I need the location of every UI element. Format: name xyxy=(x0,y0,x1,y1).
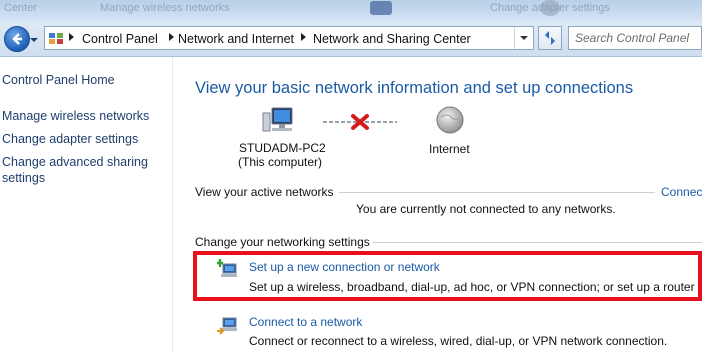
breadcrumb-separator-icon[interactable] xyxy=(301,33,306,41)
search-input[interactable] xyxy=(575,30,697,46)
back-arrow-icon xyxy=(12,33,22,45)
breadcrumb-network-and-internet[interactable]: Network and Internet xyxy=(178,32,294,46)
internet-label: Internet xyxy=(429,142,470,156)
ghost-text: Center xyxy=(4,2,38,14)
settings-heading: Change your networking settings xyxy=(195,235,370,249)
search-box[interactable] xyxy=(568,26,702,50)
divider xyxy=(339,192,655,193)
left-task-pane: Control Panel Home Manage wireless netwo… xyxy=(0,57,173,353)
breadcrumb-separator-icon[interactable] xyxy=(169,33,174,41)
control-panel-icon xyxy=(49,33,63,44)
blurred-icon xyxy=(540,0,560,16)
breadcrumb-network-sharing-center[interactable]: Network and Sharing Center xyxy=(313,32,471,46)
breadcrumb-separator-icon[interactable] xyxy=(69,33,74,41)
navigation-bar: Control Panel Network and Internet Netwo… xyxy=(0,22,702,57)
active-networks-status: You are currently not connected to any n… xyxy=(356,202,616,216)
sidebar-item-manage-wireless[interactable]: Manage wireless networks xyxy=(2,108,167,124)
sidebar-item-advanced-sharing[interactable]: Change advanced sharing settings xyxy=(2,154,167,186)
computer-name-label: STUDADM-PC2 xyxy=(239,141,326,155)
refresh-button[interactable] xyxy=(538,26,562,50)
disconnected-link-icon[interactable] xyxy=(323,114,397,130)
back-button[interactable] xyxy=(4,26,30,52)
sidebar-item-adapter-settings[interactable]: Change adapter settings xyxy=(2,131,167,147)
breadcrumb-control-panel[interactable]: Control Panel xyxy=(82,32,158,46)
background-window-strip: Center Manage wireless networks Change a… xyxy=(0,0,702,22)
blurred-icon xyxy=(370,1,392,15)
sidebar-item-control-panel-home[interactable]: Control Panel Home xyxy=(2,72,167,88)
connect-to-network-description: Connect or reconnect to a wireless, wire… xyxy=(249,334,668,348)
connect-or-disconnect-link[interactable]: Connec xyxy=(661,185,702,199)
computer-sub-label: (This computer) xyxy=(238,155,323,169)
refresh-icon xyxy=(545,31,555,45)
divider xyxy=(373,242,702,243)
page-title: View your basic network information and … xyxy=(195,79,634,97)
annotation-highlight-box xyxy=(193,251,702,301)
computer-icon[interactable] xyxy=(262,105,296,137)
ghost-text: Manage wireless networks xyxy=(100,2,230,14)
chevron-down-icon xyxy=(520,36,528,40)
internet-globe-icon[interactable] xyxy=(435,105,465,135)
connect-network-icon[interactable] xyxy=(217,315,239,335)
active-networks-heading: View your active networks xyxy=(195,185,334,199)
connect-to-network-link[interactable]: Connect to a network xyxy=(249,315,362,329)
address-history-dropdown[interactable] xyxy=(514,27,533,49)
address-box[interactable]: Control Panel Network and Internet Netwo… xyxy=(44,26,534,50)
main-content: View your basic network information and … xyxy=(173,57,702,353)
recent-pages-dropdown-icon[interactable] xyxy=(30,36,38,44)
